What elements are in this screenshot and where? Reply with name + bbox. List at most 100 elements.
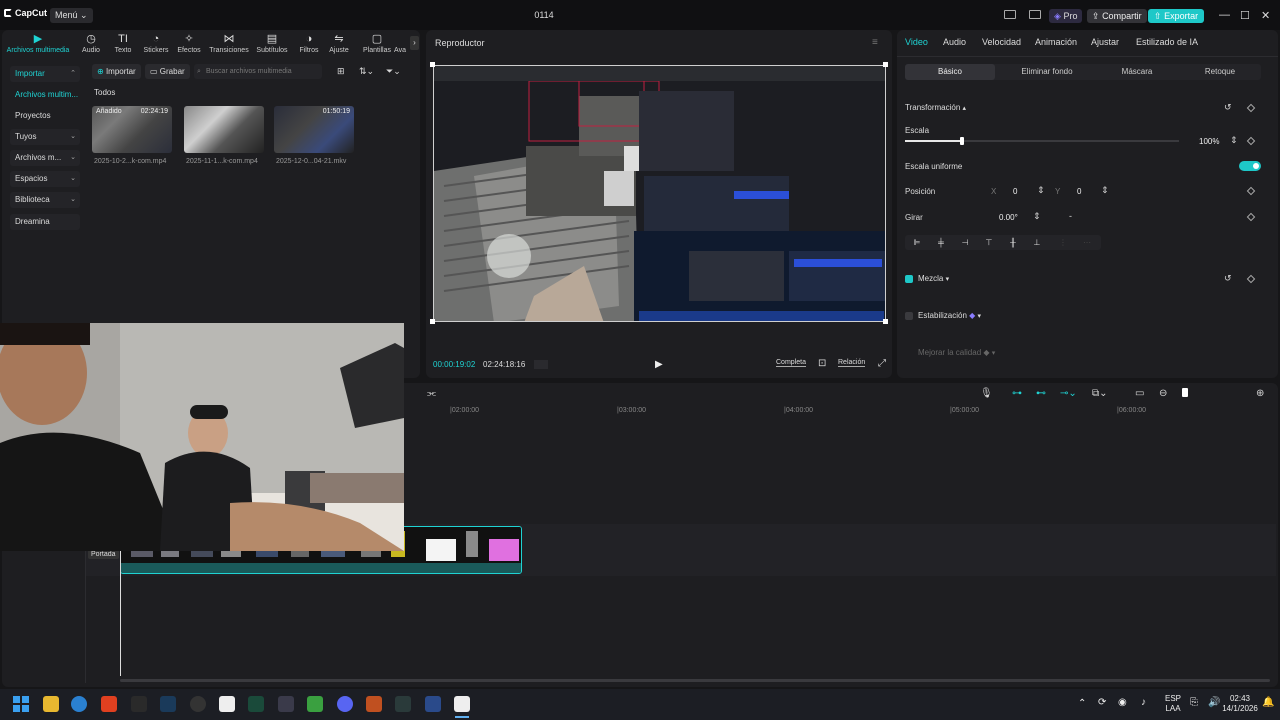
align-right-icon[interactable]: ⊣ bbox=[959, 238, 971, 247]
preview-axis-icon[interactable]: ⧉⌄ bbox=[1092, 388, 1108, 399]
timecode-format-icon[interactable] bbox=[534, 360, 548, 369]
steam-icon[interactable] bbox=[160, 696, 176, 712]
reset-icon[interactable]: ↺ bbox=[1224, 102, 1232, 113]
full-quality-button[interactable]: Completa bbox=[776, 359, 806, 367]
tab-video[interactable]: Video bbox=[905, 37, 928, 47]
windows-start-icon[interactable] bbox=[13, 696, 29, 712]
tab-ai-style[interactable]: Estilizado de IA bbox=[1136, 37, 1198, 47]
sidebar-item-files[interactable]: Archivos m... ⌄ bbox=[10, 150, 80, 166]
minimize-icon[interactable]: — bbox=[1219, 9, 1230, 21]
scale-value[interactable]: 100% bbox=[1199, 137, 1219, 146]
align-bottom-icon[interactable]: ⊥ bbox=[1031, 238, 1043, 247]
record-button[interactable]: ▭ Grabar bbox=[145, 64, 190, 79]
pro-button[interactable]: ◈ Pro bbox=[1049, 9, 1083, 23]
project-title[interactable]: 0114 bbox=[520, 10, 568, 20]
app-icon[interactable] bbox=[395, 696, 411, 712]
network-icon[interactable]: ⎘ bbox=[1190, 697, 1198, 708]
uniform-scale-toggle[interactable] bbox=[1239, 161, 1261, 171]
shield-icon[interactable] bbox=[307, 696, 323, 712]
keyframe-icon[interactable] bbox=[1246, 186, 1256, 196]
preview-corner-handle[interactable] bbox=[430, 62, 435, 67]
snapshot-icon[interactable]: ⊡ bbox=[818, 358, 826, 369]
brave-icon[interactable] bbox=[101, 696, 117, 712]
notification-bell-icon[interactable]: 🔔 bbox=[1262, 697, 1274, 708]
tab-audio[interactable]: ◷ Audio bbox=[74, 34, 108, 55]
layout-icon[interactable] bbox=[1004, 10, 1016, 19]
tab-templates[interactable]: ▢ Plantillas bbox=[357, 34, 397, 55]
pos-x-input[interactable]: 0 bbox=[1013, 187, 1017, 196]
grid-view-icon[interactable]: ⊞ bbox=[337, 66, 345, 77]
sidebar-item-import[interactable]: Importar ⌃ bbox=[10, 66, 80, 82]
timeline-scrollbar[interactable] bbox=[120, 679, 1270, 682]
sidebar-item-library[interactable]: Biblioteca ⌄ bbox=[10, 192, 80, 208]
rotate-dial-icon[interactable]: - bbox=[1069, 211, 1072, 221]
scale-slider-handle[interactable] bbox=[960, 137, 964, 145]
epic-games-icon[interactable] bbox=[131, 696, 147, 712]
close-icon[interactable]: ✕ bbox=[1261, 9, 1270, 22]
media-thumbnail-1[interactable]: Añadido 02:24:19 bbox=[92, 106, 172, 153]
pos-y-input[interactable]: 0 bbox=[1077, 187, 1081, 196]
align-center-v-icon[interactable]: ╫ bbox=[1007, 238, 1019, 247]
blend-checkbox[interactable] bbox=[905, 275, 913, 283]
align-top-icon[interactable]: ⊤ bbox=[983, 238, 995, 247]
app-icon[interactable] bbox=[278, 696, 294, 712]
shortcut-icon[interactable] bbox=[1029, 10, 1041, 19]
capcut-taskbar-icon[interactable] bbox=[454, 696, 470, 712]
cover-label[interactable]: Portada bbox=[88, 550, 119, 559]
obs-icon[interactable] bbox=[190, 696, 206, 712]
keyframe-icon[interactable] bbox=[1246, 103, 1256, 113]
caption-icon[interactable]: ▭ bbox=[1135, 388, 1144, 399]
menu-button[interactable]: Menú ⌄ bbox=[50, 8, 93, 23]
sidebar-item-yours[interactable]: Tuyos ⌄ bbox=[10, 129, 80, 145]
microphone-icon[interactable]: 🎙 bbox=[980, 388, 993, 399]
align-center-h-icon[interactable]: ╪ bbox=[935, 238, 947, 247]
link-main-track-icon[interactable]: ⊶ bbox=[1012, 388, 1022, 399]
subtab-retouch[interactable]: Retoque bbox=[1175, 64, 1265, 80]
transform-section[interactable]: Transformación ▴ bbox=[905, 103, 966, 112]
preview-corner-handle[interactable] bbox=[883, 62, 888, 67]
auto-snap-icon[interactable]: ⊷ bbox=[1036, 388, 1046, 399]
blend-section[interactable]: Mezcla ▾ bbox=[918, 274, 949, 283]
chevron-up-icon[interactable]: ⌃ bbox=[1078, 698, 1086, 709]
tab-audio-props[interactable]: Audio bbox=[943, 37, 966, 47]
preview-corner-handle[interactable] bbox=[430, 319, 435, 324]
stabilize-checkbox[interactable] bbox=[905, 312, 913, 320]
tab-effects[interactable]: ✧ Efectos bbox=[172, 34, 206, 55]
app-icon[interactable] bbox=[248, 696, 264, 712]
tab-stickers[interactable]: ◔ Stickers bbox=[139, 34, 173, 55]
split-audio-icon[interactable]: ⫘ bbox=[427, 388, 436, 399]
clock[interactable]: 02:43 14/1/2026 bbox=[1222, 694, 1258, 714]
filter-icon[interactable]: ⏷⌄ bbox=[386, 66, 401, 77]
sidebar-item-media[interactable]: Archivos multim... bbox=[10, 87, 80, 103]
tab-speed[interactable]: Velocidad bbox=[982, 37, 1021, 47]
steam-tray-icon[interactable]: ◉ bbox=[1118, 697, 1127, 708]
preview-corner-handle[interactable] bbox=[883, 319, 888, 324]
app-icon[interactable] bbox=[425, 696, 441, 712]
scale-slider-track[interactable] bbox=[905, 137, 1179, 145]
media-search-input[interactable]: ⌕ Buscar archivos multimedia bbox=[194, 64, 322, 79]
keyframe-icon[interactable] bbox=[1246, 274, 1256, 284]
discord-icon[interactable] bbox=[337, 696, 353, 712]
tab-adjust-props[interactable]: Ajustar bbox=[1091, 37, 1119, 47]
language-indicator[interactable]: ESP LAA bbox=[1162, 694, 1184, 714]
tab-transitions[interactable]: ⋈ Transiciones bbox=[208, 34, 250, 55]
align-left-icon[interactable]: ⊫ bbox=[911, 238, 923, 247]
subtab-remove-bg[interactable]: Eliminar fondo bbox=[1002, 64, 1092, 80]
edge-icon[interactable] bbox=[71, 696, 87, 712]
rotate-input[interactable]: 0.00° bbox=[999, 213, 1018, 222]
sidebar-item-spaces[interactable]: Espacios ⌄ bbox=[10, 171, 80, 187]
zoom-slider-handle[interactable] bbox=[1182, 388, 1188, 397]
keyframe-icon[interactable] bbox=[1246, 136, 1256, 146]
zoom-fit-icon[interactable]: ⊕ bbox=[1256, 388, 1264, 399]
zoom-out-icon[interactable]: ⊖ bbox=[1159, 388, 1167, 399]
subtab-mask[interactable]: Máscara bbox=[1092, 64, 1182, 80]
volume-icon[interactable]: 🔊 bbox=[1208, 697, 1220, 708]
file-explorer-icon[interactable] bbox=[43, 696, 59, 712]
sync-icon[interactable]: ⟳ bbox=[1098, 697, 1106, 708]
stabilize-section[interactable]: Estabilización ◆ ▾ bbox=[918, 311, 981, 320]
filter-all-label[interactable]: Todos bbox=[94, 88, 115, 97]
share-button[interactable]: ⇪ Compartir bbox=[1087, 9, 1147, 23]
stepper-icon[interactable]: ⇕ bbox=[1037, 185, 1045, 196]
media-thumbnail-3[interactable]: 01:50:19 bbox=[274, 106, 354, 153]
capcut-taskbar-icon[interactable] bbox=[219, 696, 235, 712]
